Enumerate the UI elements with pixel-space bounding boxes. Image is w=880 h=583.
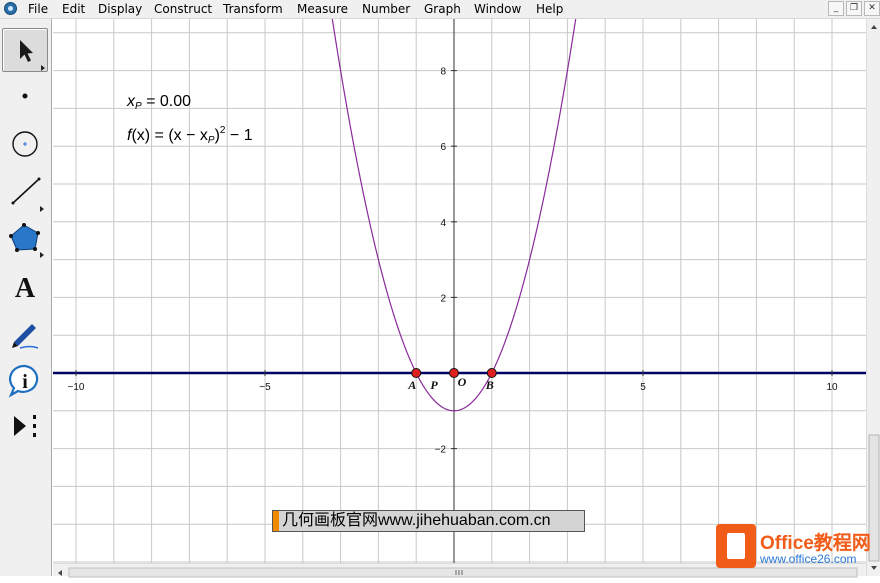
scroll-left-icon [58,570,62,576]
point-a [411,368,422,378]
point-tool[interactable] [2,74,48,118]
menu-help[interactable]: Help [536,1,563,17]
text-icon: A [15,273,36,304]
watermark-brand: Office教程网 [760,533,871,554]
vertical-scrollbar[interactable] [866,19,880,576]
menu-number[interactable]: Number [362,1,410,17]
custom-tool[interactable] [2,404,48,448]
vertical-scroll-track [868,25,880,570]
scroll-up-icon [871,25,877,29]
information-tool[interactable]: i [2,358,48,402]
menu-file[interactable]: File [28,1,48,17]
compass-icon [12,131,38,157]
point-label-p: P [430,378,438,392]
y-tick-label: 6 [440,142,446,153]
x-tick-label: 5 [640,382,646,393]
caption-text: 几何画板官网www.jihehuaban.com.cn [282,512,551,529]
y-tick-label: 4 [440,218,446,229]
menu-transform[interactable]: Transform [223,1,283,17]
app-icon[interactable] [4,2,17,15]
custom-tools-icon [14,415,36,437]
toolbox: A i [0,19,52,576]
straightedge-tool[interactable] [2,170,48,214]
polygon-icon [9,223,44,258]
menu-graph[interactable]: Graph [424,1,461,17]
menu-window[interactable]: Window [474,1,521,17]
marker-tool[interactable] [2,311,48,355]
x-tick-label: −10 [68,382,85,393]
menu-bar: File Edit Display Construct Transform Me… [0,0,880,19]
close-button[interactable]: ✕ [864,1,880,16]
svg-text:A: A [15,273,36,304]
watermark-url: www.office26.com [760,552,857,566]
polygon-tool[interactable] [2,216,48,260]
point-label-a: A [407,378,416,392]
point-icon [22,93,28,99]
line-icon [11,177,44,212]
office-logo-icon [716,524,756,568]
marker-icon [12,324,39,349]
compass-tool[interactable] [2,122,48,166]
x-tick-label: 10 [826,382,838,393]
arrow-icon [20,40,45,71]
y-tick-label: 8 [440,67,446,78]
menu-display[interactable]: Display [98,1,142,17]
caption-marker [273,511,279,531]
text-tool[interactable]: A [2,265,48,309]
xp-measurement[interactable]: xP = 0.00 [127,93,191,112]
menu-construct[interactable]: Construct [154,1,212,17]
point-b [486,368,497,378]
svg-text:i: i [22,371,28,393]
function-definition[interactable]: f(x) = (x − xP)2 − 1 [127,125,253,146]
y-tick-label: 2 [440,293,446,304]
minimize-button[interactable]: _ [828,1,844,16]
selection-arrow-tool[interactable] [2,28,48,72]
point-label-o: O [458,375,467,389]
menu-measure[interactable]: Measure [297,1,348,17]
office-watermark: Office教程网 www.office26.com [716,524,872,572]
info-icon: i [8,364,39,398]
point-label-b: B [485,378,494,392]
restore-button[interactable]: ❐ [846,1,862,16]
website-caption[interactable]: 几何画板官网www.jihehuaban.com.cn [272,510,585,532]
x-tick-label: −5 [259,382,271,393]
y-tick-label: −2 [435,445,447,456]
menu-edit[interactable]: Edit [62,1,85,17]
